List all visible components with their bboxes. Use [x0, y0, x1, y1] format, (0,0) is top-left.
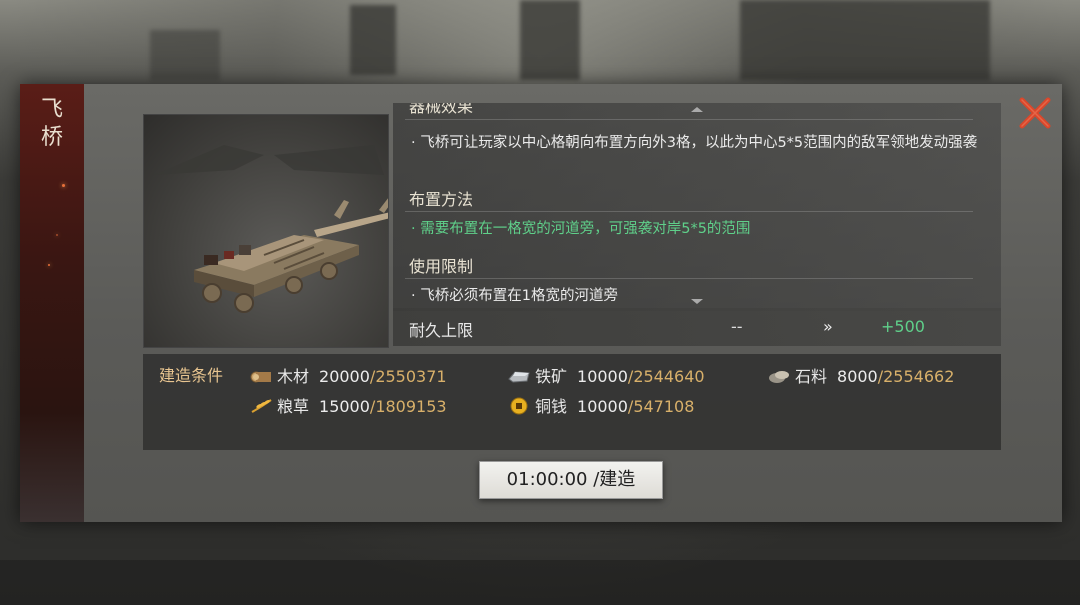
copper-coin-icon: [510, 397, 528, 415]
build-conditions: 建造条件 木材 20000/2550371 铁矿 10000/2544640 石料 8…: [143, 354, 1001, 450]
iron-ore-icon: [508, 371, 530, 383]
background-bottom-bar: [0, 560, 1080, 605]
divider: [405, 211, 973, 212]
wood-icon: [250, 371, 271, 383]
section-heading-restriction: 使用限制: [409, 257, 474, 276]
background-palace: [740, 0, 990, 80]
durability-current: --: [731, 317, 743, 336]
close-icon: [1019, 97, 1051, 129]
durability-label: 耐久上限: [409, 321, 474, 340]
close-button[interactable]: [1018, 96, 1052, 130]
ember-decoration: [62, 184, 65, 187]
panel-title: 飞桥: [40, 97, 63, 150]
placement-text: · 需要布置在一格宽的河道旁，可强袭对岸5*5的范围: [411, 221, 751, 237]
section-heading-effect: 器械效果: [409, 103, 474, 116]
resource-iron: 铁矿 10000/2544640: [507, 363, 705, 387]
resource-stone: 石料 8000/2554662: [767, 363, 954, 387]
scroll-down-arrow-icon[interactable]: [691, 299, 703, 304]
divider: [405, 278, 973, 279]
upgrade-arrow-icon: »: [823, 317, 833, 336]
description-scroll-area[interactable]: 器械效果 · 飞桥可让玩家以中心格朝向布置方向外3格，以此为中心5*5范围内的敌…: [393, 103, 1001, 311]
flying-bridge-image: [143, 114, 389, 348]
build-button[interactable]: 01:00:00 /建造: [479, 461, 663, 499]
siege-bridge-icon: [154, 145, 388, 313]
conditions-label: 建造条件: [159, 366, 224, 385]
resource-grain: 粮草 15000/1809153: [249, 393, 447, 417]
side-title-bar: 飞桥: [20, 84, 84, 522]
durability-row: 耐久上限 -- » +500: [393, 308, 1001, 346]
stone-icon: [769, 371, 789, 383]
section-heading-placement: 布置方法: [409, 190, 474, 209]
durability-new-value: +500: [881, 317, 925, 336]
ember-decoration: [48, 264, 50, 266]
scroll-up-arrow-icon[interactable]: [691, 107, 703, 112]
resource-wood: 木材 20000/2550371: [249, 363, 447, 387]
background-tower: [350, 5, 396, 75]
background-tower: [520, 0, 580, 80]
background-building: [150, 30, 220, 80]
ember-decoration: [56, 234, 58, 236]
divider: [405, 119, 973, 120]
grain-icon: [251, 399, 272, 413]
resource-copper: 铜钱 10000/547108: [507, 393, 694, 417]
effect-text: · 飞桥可让玩家以中心格朝向布置方向外3格，以此为中心5*5范围内的敌军领地发动…: [411, 135, 978, 151]
